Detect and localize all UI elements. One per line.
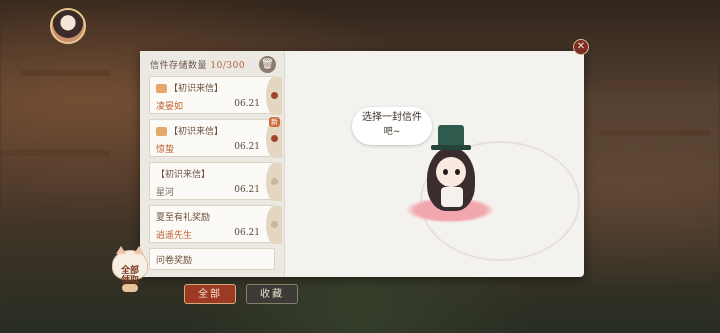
- letter-date: 06.21: [234, 142, 260, 152]
- letter-sender: 凌晏如: [156, 102, 184, 112]
- claim-all-line-1: 全部: [120, 266, 139, 276]
- tab-favorites[interactable]: 收藏: [246, 284, 298, 304]
- speech-line-1: 选择一封信件: [362, 112, 422, 123]
- letter-tag: 问卷奖励: [156, 256, 193, 266]
- letter-date: 06.21: [234, 185, 260, 195]
- storage-count: 信件存储数量 10/300: [150, 58, 245, 71]
- wax-seal-icon: [266, 206, 282, 244]
- chibi-character: [405, 125, 495, 230]
- paw-icon: [122, 284, 138, 292]
- player-avatar: [50, 8, 86, 44]
- storage-label: 信件存储数量: [150, 61, 208, 71]
- storage-number: 10/300: [210, 61, 246, 71]
- letter-tag: 【初识来信】: [156, 170, 211, 180]
- letter-item[interactable]: 【初识来信】 星河 06.21: [149, 162, 282, 201]
- wax-seal-icon: [266, 77, 282, 115]
- letter-icon: [156, 127, 167, 136]
- letter-sender: 惊蛰: [156, 145, 175, 155]
- letter-tag: 夏至有礼奖励: [156, 213, 211, 223]
- tab-all[interactable]: 全部: [184, 284, 236, 304]
- claim-all-button[interactable]: 全部 领取: [110, 246, 150, 294]
- letter-icon: [156, 84, 167, 93]
- letter-item[interactable]: 问卷奖励: [149, 248, 275, 270]
- letter-item[interactable]: 【初识来信】 凌晏如 06.21: [149, 76, 282, 115]
- letter-date: 06.21: [234, 99, 260, 109]
- top-hat: [438, 125, 464, 147]
- letter-item[interactable]: 【初识来信】 惊蛰 06.21 新: [149, 117, 282, 158]
- letter-date: 06.21: [234, 228, 260, 238]
- new-badge: 新: [269, 117, 280, 127]
- letter-item[interactable]: 夏至有礼奖励 逍遥先生 06.21: [149, 205, 282, 244]
- letter-tag: 【初识来信】: [169, 127, 224, 137]
- letter-sender: 逍遥先生: [156, 231, 193, 241]
- wax-seal-icon: [266, 163, 282, 201]
- trash-icon[interactable]: 🗑: [259, 56, 276, 73]
- close-icon[interactable]: ✕: [573, 39, 589, 55]
- letter-sender: 星河: [156, 188, 175, 198]
- letter-tag: 【初识来信】: [169, 84, 224, 94]
